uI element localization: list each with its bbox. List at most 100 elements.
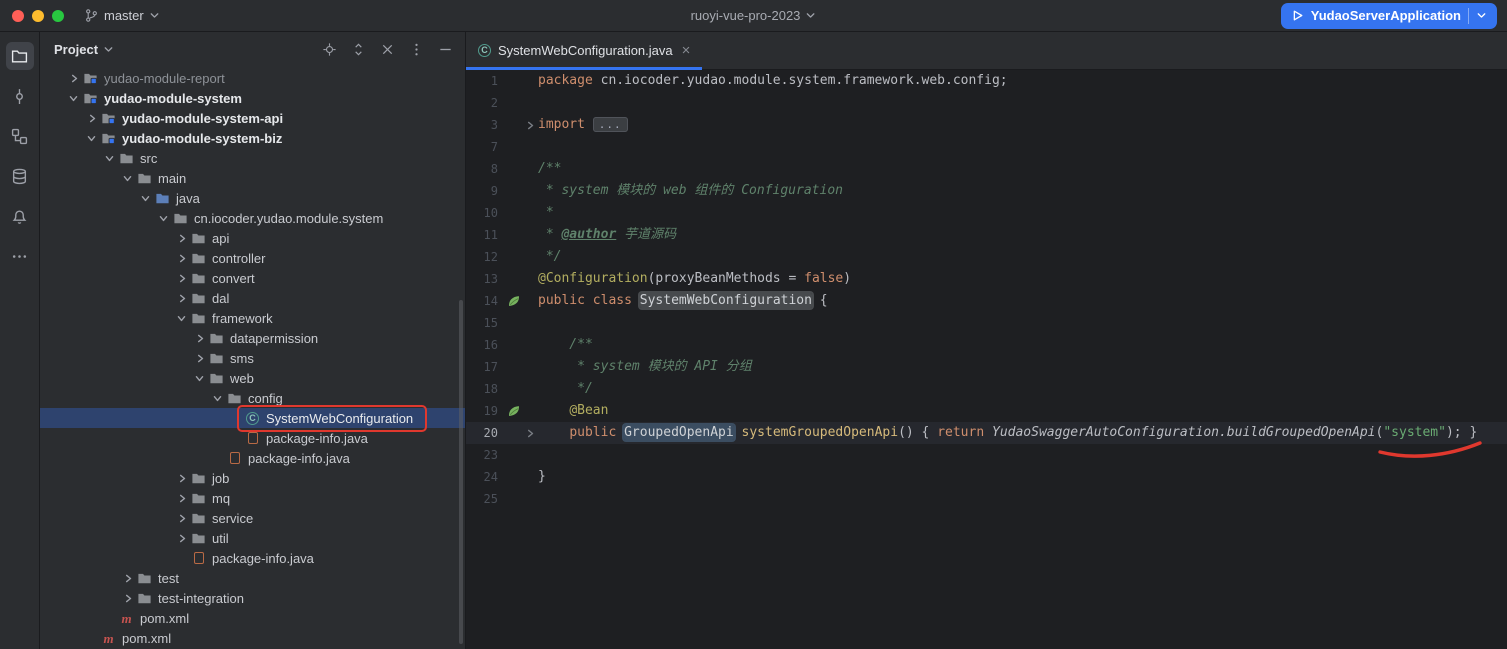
commit-icon[interactable] bbox=[6, 82, 34, 110]
code-line-23[interactable]: 23 bbox=[466, 444, 1507, 466]
chevron-down-icon[interactable] bbox=[66, 90, 82, 106]
chevron-right-icon[interactable] bbox=[192, 330, 208, 346]
tree-item-convert[interactable]: convert bbox=[40, 268, 465, 288]
structure-icon[interactable] bbox=[6, 122, 34, 150]
chevron-down-icon[interactable] bbox=[138, 190, 154, 206]
zoom-window-button[interactable] bbox=[52, 10, 64, 22]
tree-item-pom-xml[interactable]: mpom.xml bbox=[40, 608, 465, 628]
chevron-down-icon[interactable] bbox=[120, 170, 136, 186]
code-line-15[interactable]: 15 bbox=[466, 312, 1507, 334]
tree-item-pom-xml[interactable]: mpom.xml bbox=[40, 628, 465, 648]
code-line-17[interactable]: 17 * system 模块的 API 分组 bbox=[466, 356, 1507, 378]
code-line-19[interactable]: 19 @Bean bbox=[466, 400, 1507, 422]
code-line-12[interactable]: 12 */ bbox=[466, 246, 1507, 268]
tree-item-test-integration[interactable]: test-integration bbox=[40, 588, 465, 608]
notifications-icon[interactable] bbox=[6, 202, 34, 230]
chevron-down-icon[interactable] bbox=[84, 130, 100, 146]
code-line-2[interactable]: 2 bbox=[466, 92, 1507, 114]
spring-bean-icon[interactable] bbox=[506, 405, 522, 417]
tree-item-datapermission[interactable]: datapermission bbox=[40, 328, 465, 348]
git-branch-widget[interactable]: master bbox=[84, 8, 160, 23]
more-options-icon[interactable] bbox=[408, 41, 424, 57]
tree-item-web[interactable]: web bbox=[40, 368, 465, 388]
tree-item-package-info-java[interactable]: package-info.java bbox=[40, 548, 465, 568]
code-line-16[interactable]: 16 /** bbox=[466, 334, 1507, 356]
minimize-window-button[interactable] bbox=[32, 10, 44, 22]
expand-all-icon[interactable] bbox=[350, 41, 366, 57]
code-line-25[interactable]: 25 bbox=[466, 488, 1507, 510]
run-configuration-button[interactable]: YudaoServerApplication bbox=[1281, 3, 1497, 29]
locate-icon[interactable] bbox=[321, 41, 337, 57]
tree-item-job[interactable]: job bbox=[40, 468, 465, 488]
tree-item-mq[interactable]: mq bbox=[40, 488, 465, 508]
module-icon bbox=[82, 90, 99, 106]
line-number: 9 bbox=[466, 180, 506, 202]
project-panel-title[interactable]: Project bbox=[54, 42, 98, 57]
tree-item-test[interactable]: test bbox=[40, 568, 465, 588]
tree-item-controller[interactable]: controller bbox=[40, 248, 465, 268]
database-icon[interactable] bbox=[6, 162, 34, 190]
chevron-right-icon[interactable] bbox=[174, 270, 190, 286]
chevron-down-icon[interactable] bbox=[156, 210, 172, 226]
chevron-right-icon[interactable] bbox=[84, 110, 100, 126]
tree-item-api[interactable]: api bbox=[40, 228, 465, 248]
close-tab-icon[interactable]: × bbox=[682, 43, 691, 58]
tree-item-cn-iocoder-yudao-module-system[interactable]: cn.iocoder.yudao.module.system bbox=[40, 208, 465, 228]
chevron-down-icon[interactable] bbox=[102, 150, 118, 166]
code-line-20[interactable]: 20 public GroupedOpenApi systemGroupedOp… bbox=[466, 422, 1507, 444]
tree-item-util[interactable]: util bbox=[40, 528, 465, 548]
code-line-14[interactable]: 14public class SystemWebConfiguration { bbox=[466, 290, 1507, 312]
chevron-right-icon[interactable] bbox=[174, 290, 190, 306]
code-line-13[interactable]: 13@Configuration(proxyBeanMethods = fals… bbox=[466, 268, 1507, 290]
code-line-1[interactable]: 1package cn.iocoder.yudao.module.system.… bbox=[466, 70, 1507, 92]
chevron-right-icon[interactable] bbox=[174, 510, 190, 526]
code-line-18[interactable]: 18 */ bbox=[466, 378, 1507, 400]
chevron-down-icon[interactable] bbox=[192, 370, 208, 386]
project-icon[interactable] bbox=[6, 42, 34, 70]
fold-marker-icon[interactable] bbox=[522, 429, 538, 438]
chevron-right-icon[interactable] bbox=[192, 350, 208, 366]
tree-item-main[interactable]: main bbox=[40, 168, 465, 188]
code-line-9[interactable]: 9 * system 模块的 web 组件的 Configuration bbox=[466, 180, 1507, 202]
tree-item-service[interactable]: service bbox=[40, 508, 465, 528]
scrollbar[interactable] bbox=[459, 300, 463, 644]
collapse-all-icon[interactable] bbox=[379, 41, 395, 57]
tree-item-yudao-module-system-api[interactable]: yudao-module-system-api bbox=[40, 108, 465, 128]
tree-item-yudao-module-report[interactable]: yudao-module-report bbox=[40, 68, 465, 88]
hide-panel-icon[interactable] bbox=[437, 41, 453, 57]
chevron-right-icon[interactable] bbox=[66, 70, 82, 86]
tree-item-yudao-module-system[interactable]: yudao-module-system bbox=[40, 88, 465, 108]
project-title-widget[interactable]: ruoyi-vue-pro-2023 bbox=[691, 0, 817, 31]
chevron-right-icon[interactable] bbox=[174, 530, 190, 546]
chevron-down-icon[interactable] bbox=[174, 310, 190, 326]
code-line-8[interactable]: 8/** bbox=[466, 158, 1507, 180]
chevron-right-icon[interactable] bbox=[174, 490, 190, 506]
spring-bean-icon[interactable] bbox=[506, 295, 522, 307]
tab-systemwebconfiguration-java[interactable]: C SystemWebConfiguration.java × bbox=[466, 32, 702, 69]
tree-item-yudao-module-system-biz[interactable]: yudao-module-system-biz bbox=[40, 128, 465, 148]
code-line-11[interactable]: 11 * @author 芋道源码 bbox=[466, 224, 1507, 246]
tree-item-framework[interactable]: framework bbox=[40, 308, 465, 328]
tree-item-src[interactable]: src bbox=[40, 148, 465, 168]
chevron-right-icon[interactable] bbox=[120, 570, 136, 586]
tree-item-package-info-java[interactable]: package-info.java bbox=[40, 448, 465, 468]
code-text: /** bbox=[538, 158, 561, 180]
fold-marker-icon[interactable] bbox=[522, 121, 538, 130]
tree-item-java[interactable]: java bbox=[40, 188, 465, 208]
code-line-7[interactable]: 7 bbox=[466, 136, 1507, 158]
close-window-button[interactable] bbox=[12, 10, 24, 22]
chevron-right-icon[interactable] bbox=[174, 230, 190, 246]
chevron-right-icon[interactable] bbox=[120, 590, 136, 606]
tree-item-sms[interactable]: sms bbox=[40, 348, 465, 368]
chevron-down-icon[interactable] bbox=[210, 390, 226, 406]
chevron-right-icon[interactable] bbox=[174, 250, 190, 266]
code-line-24[interactable]: 24} bbox=[466, 466, 1507, 488]
code-line-3[interactable]: 3import ... bbox=[466, 114, 1507, 136]
tree-item-package-info-java[interactable]: package-info.java bbox=[40, 428, 465, 448]
code-line-10[interactable]: 10 * bbox=[466, 202, 1507, 224]
chevron-right-icon[interactable] bbox=[174, 470, 190, 486]
more-icon[interactable] bbox=[6, 242, 34, 270]
tree-item-dal[interactable]: dal bbox=[40, 288, 465, 308]
tree-item-systemwebconfiguration[interactable]: CSystemWebConfiguration bbox=[40, 408, 465, 428]
tree-item-config[interactable]: config bbox=[40, 388, 465, 408]
